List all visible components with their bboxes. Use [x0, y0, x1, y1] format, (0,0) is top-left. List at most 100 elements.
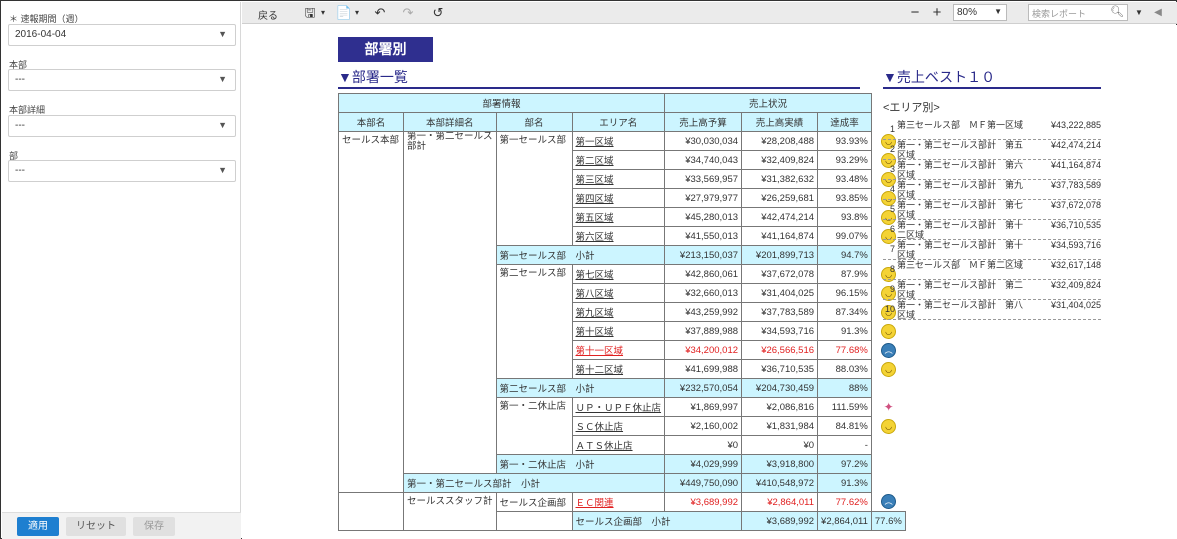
- chevron-down-icon: ▼: [218, 74, 227, 84]
- rank-number: 4: [889, 184, 895, 194]
- filter-button-bar: 適用 リセット 保存: [2, 512, 241, 539]
- bu-value: ---: [15, 165, 25, 176]
- chevron-down-icon[interactable]: ▾: [347, 3, 367, 23]
- table-row: セールススタッフ計 セールス企画部 ＥＣ関連 ¥3,689,992 ¥2,864,011…: [338, 492, 928, 531]
- area-link[interactable]: ＡＴＳ休止店: [571, 435, 666, 455]
- report-content: 部署別 ▼部署一覧 ▼売上ベスト１０ 部署情報 売上状況 本部名 本部詳細名 部…: [242, 25, 1177, 539]
- honbu-detail-name: セールススタッフ計: [403, 492, 497, 531]
- chevron-down-icon[interactable]: ▾: [313, 3, 333, 23]
- honbu-select[interactable]: --- ▼: [8, 69, 236, 91]
- rank-name: 第一・第二セールス部計 第八区域: [897, 300, 1024, 320]
- rank-number: 7: [889, 244, 895, 254]
- subtotal-label: 第一セールス部 小計: [495, 245, 666, 265]
- report-search-input[interactable]: 検索レポート 🔍︎: [1028, 4, 1128, 21]
- back-button[interactable]: 戻る: [258, 7, 278, 22]
- budget-cell: ¥41,699,988: [664, 359, 743, 379]
- rank-name: 第三セールス部 ＭＦ第二区域: [897, 260, 1024, 270]
- status-icon-cell: ︵: [871, 341, 905, 360]
- budget-cell: ¥30,030,034: [664, 131, 743, 151]
- bu-select[interactable]: --- ▼: [8, 160, 236, 182]
- area-link[interactable]: 第十二区域: [571, 359, 666, 379]
- zoom-select[interactable]: 80% ▼: [953, 4, 1007, 21]
- bu-name: 第一セールス部: [495, 131, 573, 246]
- refresh-icon[interactable]: ↺: [428, 3, 448, 23]
- area-link[interactable]: ＥＣ関連: [571, 492, 666, 512]
- budget-cell: ¥2,160,002: [664, 416, 743, 436]
- chevron-down-icon: ▼: [218, 165, 227, 175]
- col-header: 売上高予算: [664, 112, 743, 132]
- area-link[interactable]: ＳＣ休止店: [571, 416, 666, 436]
- area-link[interactable]: 第六区域: [571, 226, 666, 246]
- reset-button[interactable]: リセット: [66, 517, 126, 536]
- budget-cell: ¥34,200,012: [664, 340, 743, 360]
- rank-name: 第一・第二セールス部計 第六区域: [897, 160, 1024, 180]
- area-link[interactable]: 第十区域: [571, 321, 666, 341]
- zoom-out-icon[interactable]: −: [905, 3, 925, 23]
- col-header: 部名: [495, 112, 573, 132]
- undo-icon[interactable]: ↶: [370, 3, 390, 23]
- smile-face-icon: ◡: [881, 323, 897, 339]
- area-link[interactable]: 第八区域: [571, 283, 666, 303]
- rate-cell: -: [817, 435, 872, 455]
- honbu-detail-select[interactable]: --- ▼: [8, 115, 236, 137]
- period-value: 2016-04-04: [15, 29, 67, 40]
- redo-icon[interactable]: ↷: [398, 3, 418, 23]
- subtotal-rate: 88%: [817, 378, 872, 398]
- period-select[interactable]: 2016-04-04 ▼: [8, 24, 236, 46]
- rate-cell: 111.59%: [817, 397, 872, 417]
- area-link[interactable]: 第三区域: [571, 169, 666, 189]
- area-link[interactable]: ＵＰ・ＵＰＦ休止店: [571, 397, 666, 417]
- area-link[interactable]: 第一区域: [571, 131, 666, 151]
- ranking-row: 10 第一・第二セールス部計 第八区域 ¥31,404,025: [883, 300, 1101, 320]
- ranking-row: 1 第三セールス部 ＭＦ第一区域 ¥43,222,885: [883, 120, 1101, 140]
- area-link[interactable]: 第五区域: [571, 207, 666, 227]
- zoom-in-icon[interactable]: +: [927, 3, 947, 23]
- budget-cell: ¥1,869,997: [664, 397, 743, 417]
- party-popper-icon: ✦: [883, 400, 894, 414]
- budget-cell: ¥34,740,043: [664, 150, 743, 170]
- rank-number: 10: [884, 304, 895, 314]
- rank-value: ¥43,222,885: [1050, 120, 1101, 130]
- best10-heading: ▼売上ベスト１０: [883, 69, 996, 85]
- dept-list-underline: [338, 87, 860, 89]
- ranking-row: 7 第一・第二セールス部計 第十区域 ¥34,593,716: [883, 240, 1101, 260]
- search-placeholder: 検索レポート: [1032, 9, 1087, 19]
- subtotal-rate: 97.2%: [817, 454, 872, 474]
- col-header: 売上高実績: [741, 112, 819, 132]
- area-link[interactable]: 第二区域: [571, 150, 666, 170]
- subtotal-budget: ¥3,689,992: [741, 511, 819, 531]
- area-link[interactable]: 第十一区域: [571, 340, 666, 360]
- rank-value: ¥42,474,214: [1050, 140, 1101, 150]
- prev-icon[interactable]: ◀: [1148, 3, 1168, 23]
- actual-cell: ¥28,208,488: [741, 131, 819, 151]
- table-row: セールス本部 第一・第二セールス部計 第一セールス部 第一区域 ¥30,030,034 ¥…: [338, 131, 928, 493]
- actual-cell: ¥0: [741, 435, 819, 455]
- rank-value: ¥37,783,589: [1050, 180, 1101, 190]
- honbu-value: ---: [15, 74, 25, 85]
- ranking-row: 9 第一・第二セールス部計 第二区域 ¥32,409,824: [883, 280, 1101, 300]
- actual-cell: ¥32,409,824: [741, 150, 819, 170]
- area-link[interactable]: 第四区域: [571, 188, 666, 208]
- rate-cell: 91.3%: [817, 321, 872, 341]
- rank-name: 第一・第二セールス部計 第二区域: [897, 280, 1024, 300]
- subtotal-label: 第二セールス部 小計: [495, 378, 666, 398]
- chevron-down-icon: ▼: [218, 29, 227, 39]
- apply-button[interactable]: 適用: [17, 517, 59, 536]
- subtotal-rate: 94.7%: [817, 245, 872, 265]
- area-link[interactable]: 第七区域: [571, 264, 666, 284]
- search-icon[interactable]: 🔍︎: [1110, 5, 1124, 18]
- subtotal-budget: ¥4,029,999: [664, 454, 743, 474]
- rank-number: 2: [889, 144, 895, 154]
- rank-name: 第一・第二セールス部計 第七区域: [897, 200, 1024, 220]
- chevron-down-icon[interactable]: ▼: [1129, 3, 1149, 23]
- dept-table: 部署情報 売上状況 本部名 本部詳細名 部名 エリア名 売上高予算 売上高実績 …: [337, 93, 928, 531]
- area-link[interactable]: 第九区域: [571, 302, 666, 322]
- ranking-row: 3 第一・第二セールス部計 第六区域 ¥41,164,874: [883, 160, 1101, 180]
- subtotal-actual: ¥2,864,011: [817, 511, 872, 531]
- save-button[interactable]: 保存: [133, 517, 175, 536]
- rank-name: 第一・第二セールス部計 第九区域: [897, 180, 1024, 200]
- rank-number: 6: [889, 224, 895, 234]
- rate-cell: 87.9%: [817, 264, 872, 284]
- col-header: 本部名: [338, 112, 404, 132]
- budget-cell: ¥42,860,061: [664, 264, 743, 284]
